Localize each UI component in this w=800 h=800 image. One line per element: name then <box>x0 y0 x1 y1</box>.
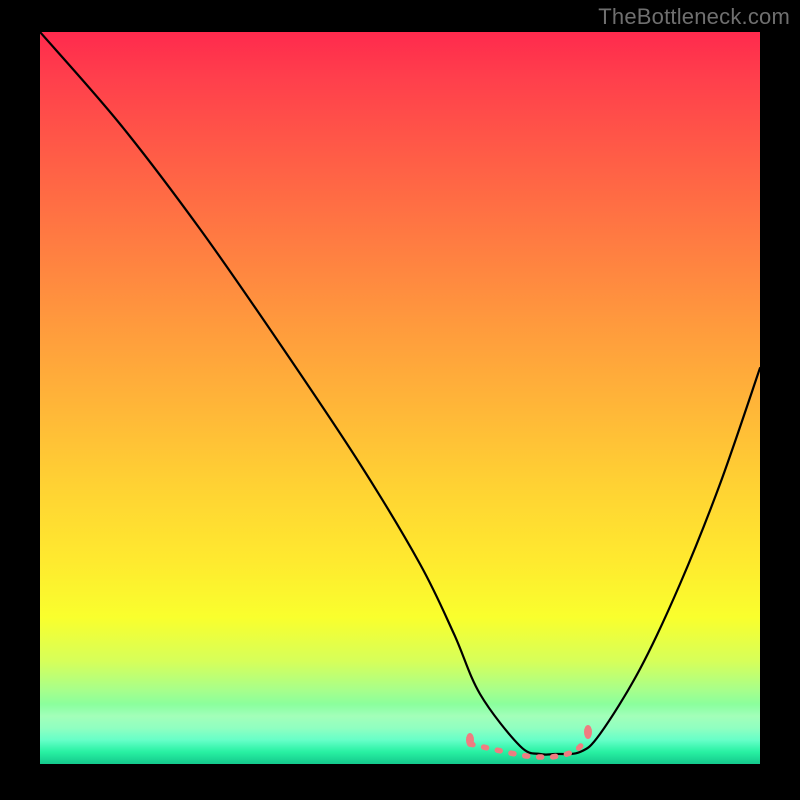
plot-area <box>40 32 760 764</box>
curve-layer <box>40 32 760 764</box>
bottleneck-curve <box>40 32 760 755</box>
chart-frame: TheBottleneck.com <box>0 0 800 800</box>
watermark-text: TheBottleneck.com <box>598 4 790 30</box>
